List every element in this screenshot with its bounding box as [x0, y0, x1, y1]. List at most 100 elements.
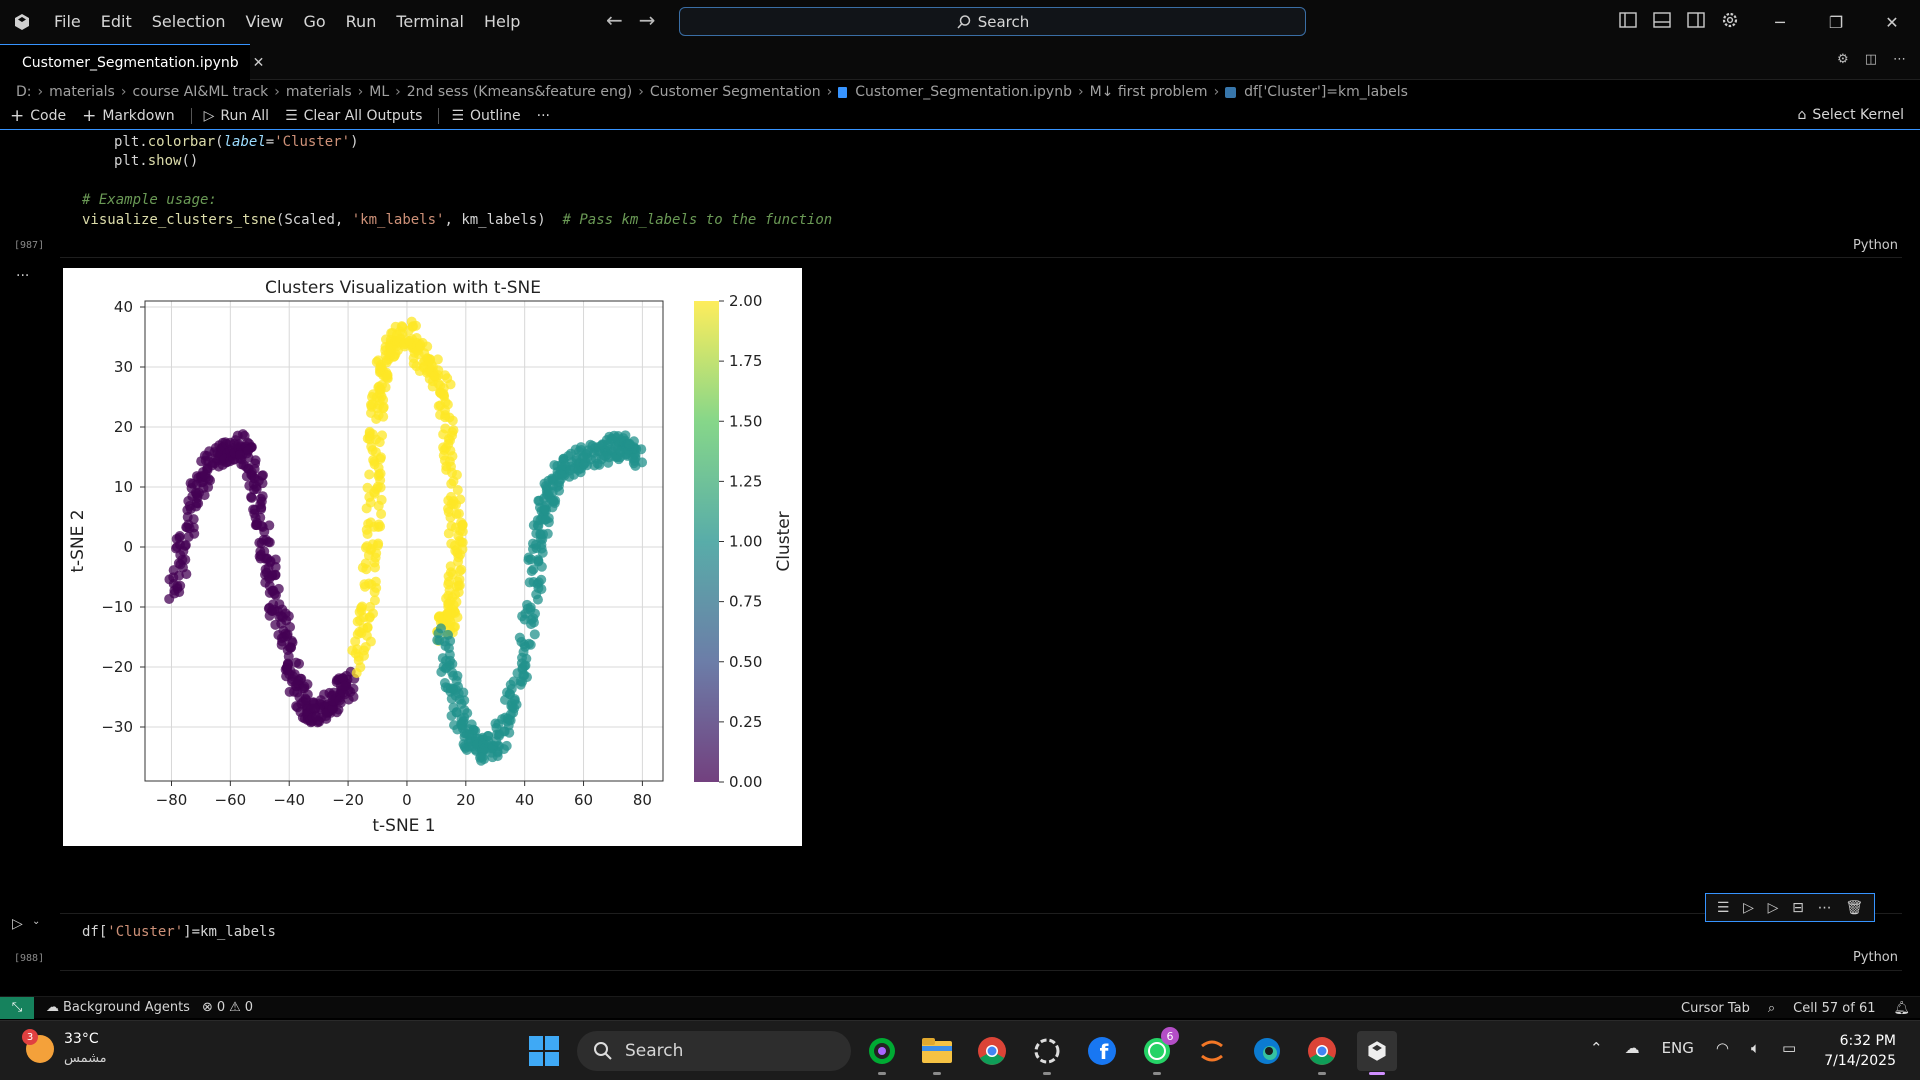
menu-file[interactable]: File — [44, 0, 91, 44]
select-kernel-button[interactable]: ⌂ Select Kernel — [1797, 107, 1904, 123]
settings-gear-icon[interactable] — [1720, 10, 1740, 30]
cell-language[interactable]: Python — [1853, 238, 1898, 253]
breadcrumb-item[interactable]: Customer_Segmentation.ipynb — [855, 84, 1072, 100]
scatter-point — [443, 507, 454, 518]
facebook-icon[interactable]: f — [1082, 1031, 1122, 1071]
toolbar-more-button[interactable]: ··· — [537, 108, 550, 124]
clock[interactable]: 6:32 PM 7/14/2025 — [1824, 1031, 1896, 1071]
remote-indicator-icon[interactable]: ⤡ — [0, 996, 34, 1019]
menu-terminal[interactable]: Terminal — [386, 0, 474, 44]
scatter-point — [366, 543, 377, 554]
taskbar-search[interactable]: Search — [577, 1031, 851, 1071]
scatter-point — [348, 683, 359, 694]
background-agents-button[interactable]: ☁ Background Agents — [46, 1000, 190, 1015]
breadcrumb-item[interactable]: 2nd sess (Kmeans&feature eng) — [407, 84, 632, 100]
scatter-point — [600, 451, 611, 462]
back-arrow-icon[interactable]: ← — [606, 8, 623, 32]
breadcrumb-item[interactable]: materials — [286, 84, 352, 100]
breadcrumb-item[interactable]: M↓ first problem — [1090, 84, 1208, 100]
scatter-point — [372, 481, 383, 492]
code-line[interactable]: plt.show() — [114, 153, 198, 169]
execute-above-icon[interactable]: ▷ — [1743, 900, 1754, 916]
windows-start-icon[interactable] — [529, 1036, 559, 1066]
scatter-point — [522, 603, 533, 614]
whatsapp-icon[interactable]: 6 — [1137, 1027, 1179, 1075]
colorbar-tick-label: 0.75 — [729, 593, 762, 611]
menu-edit[interactable]: Edit — [91, 0, 142, 44]
breadcrumb-item[interactable]: df['Cluster']=km_labels — [1244, 84, 1408, 100]
breadcrumb-item[interactable]: ML — [369, 84, 389, 100]
clear-icon: ☰ — [285, 108, 298, 124]
code-line[interactable]: plt.colorbar(label='Cluster') — [114, 134, 359, 150]
add-code-cell-button[interactable]: + Code — [10, 106, 66, 126]
breadcrumb-item[interactable]: course AI&ML track — [132, 84, 268, 100]
command-search-box[interactable]: Search — [679, 7, 1306, 36]
colorbar-tick-label: 1.50 — [729, 412, 762, 430]
code-line[interactable]: visualize_clusters_tsne(Scaled, 'km_labe… — [82, 212, 832, 228]
x-tick-label: −60 — [215, 791, 247, 809]
tab-close-icon[interactable]: ✕ — [253, 55, 265, 71]
delete-cell-icon[interactable]: 🗑 — [1845, 900, 1863, 916]
colorbar-label: Cluster — [774, 511, 794, 571]
toggle-primary-sidebar-icon[interactable] — [1618, 10, 1638, 30]
scatter-point — [506, 683, 517, 694]
output-more-icon[interactable]: ··· — [16, 268, 29, 284]
cell-more-icon[interactable]: ⋯ — [1818, 900, 1832, 916]
menu-view[interactable]: View — [236, 0, 294, 44]
code-line[interactable]: df['Cluster']=km_labels — [82, 924, 276, 940]
chevron-up-icon[interactable]: ⌃ — [1590, 1039, 1603, 1057]
more-actions-icon[interactable]: ⋯ — [1893, 52, 1906, 67]
outline-button[interactable]: ☰ Outline — [451, 108, 520, 124]
wifi-icon[interactable]: ◠ — [1716, 1039, 1729, 1057]
chevron-down-icon[interactable]: ⌄ — [32, 916, 40, 927]
cell-language[interactable]: Python — [1853, 950, 1898, 965]
jupyter-icon[interactable] — [1192, 1031, 1232, 1071]
scatter-point — [369, 587, 380, 598]
weather-widget[interactable]: 3 33°C مشمس — [22, 1029, 107, 1069]
split-editor-icon[interactable]: ◫ — [1865, 52, 1877, 67]
forward-arrow-icon[interactable]: → — [639, 8, 656, 32]
file-explorer-icon[interactable] — [917, 1031, 957, 1075]
notebook-editor: plt.colorbar(label='Cluster') plt.show()… — [0, 131, 1920, 1004]
menu-help[interactable]: Help — [474, 0, 530, 44]
cursor-tab-button[interactable]: Cursor Tab — [1681, 1001, 1750, 1016]
menu-go[interactable]: Go — [293, 0, 335, 44]
menu-run[interactable]: Run — [336, 0, 387, 44]
scatter-point — [536, 584, 547, 595]
input-language[interactable]: ENG — [1662, 1039, 1694, 1057]
add-markdown-cell-button[interactable]: + Markdown — [82, 106, 175, 126]
cursor-app-icon[interactable] — [1357, 1031, 1397, 1075]
toggle-secondary-sidebar-icon[interactable] — [1686, 10, 1706, 30]
edge-icon[interactable] — [1247, 1031, 1287, 1071]
volume-icon[interactable]: 🔈︎ — [1751, 1039, 1760, 1057]
toggle-panel-icon[interactable] — [1652, 10, 1672, 30]
screen-recorder-app-icon[interactable] — [862, 1031, 902, 1075]
notifications-bell-icon[interactable]: 🔔︎ — [1893, 1001, 1910, 1016]
menu-selection[interactable]: Selection — [142, 0, 236, 44]
notebook-settings-icon[interactable]: ⚙ — [1837, 52, 1849, 67]
clear-all-outputs-button[interactable]: ☰ Clear All Outputs — [285, 108, 422, 124]
minimize-icon[interactable]: ─ — [1752, 0, 1808, 44]
breadcrumb-item[interactable]: materials — [49, 84, 115, 100]
restore-icon[interactable]: ❐ — [1808, 0, 1864, 44]
zoom-icon[interactable]: ⌕ — [1768, 1001, 1775, 1016]
run-by-line-icon[interactable]: ☰ — [1717, 900, 1730, 916]
problems-indicator[interactable]: ⊗ 0 ⚠ 0 — [202, 1000, 253, 1015]
breadcrumb-item[interactable]: Customer Segmentation — [650, 84, 821, 100]
chrome-profile-icon[interactable] — [1302, 1031, 1342, 1075]
toolbar-divider — [190, 108, 192, 124]
run-all-button[interactable]: ▷ Run All — [204, 108, 269, 124]
split-cell-icon[interactable]: ⊟ — [1792, 900, 1804, 916]
chrome-icon[interactable] — [972, 1031, 1012, 1071]
chatgpt-icon[interactable] — [1027, 1031, 1067, 1075]
run-cell-icon[interactable]: ▷ — [12, 916, 23, 932]
onedrive-cloud-icon[interactable]: ☁ — [1625, 1039, 1640, 1057]
execute-below-icon[interactable]: ▷ — [1768, 900, 1779, 916]
code-comment[interactable]: # Example usage: — [82, 192, 217, 208]
breadcrumb-item[interactable]: D: — [16, 84, 32, 100]
tab-customer-segmentation[interactable]: Customer_Segmentation.ipynb ✕ — [0, 44, 264, 80]
scatter-point — [629, 456, 640, 467]
battery-icon[interactable]: ▭ — [1782, 1039, 1796, 1057]
close-window-icon[interactable]: ✕ — [1864, 0, 1920, 44]
cell-position[interactable]: Cell 57 of 61 — [1793, 1001, 1875, 1016]
